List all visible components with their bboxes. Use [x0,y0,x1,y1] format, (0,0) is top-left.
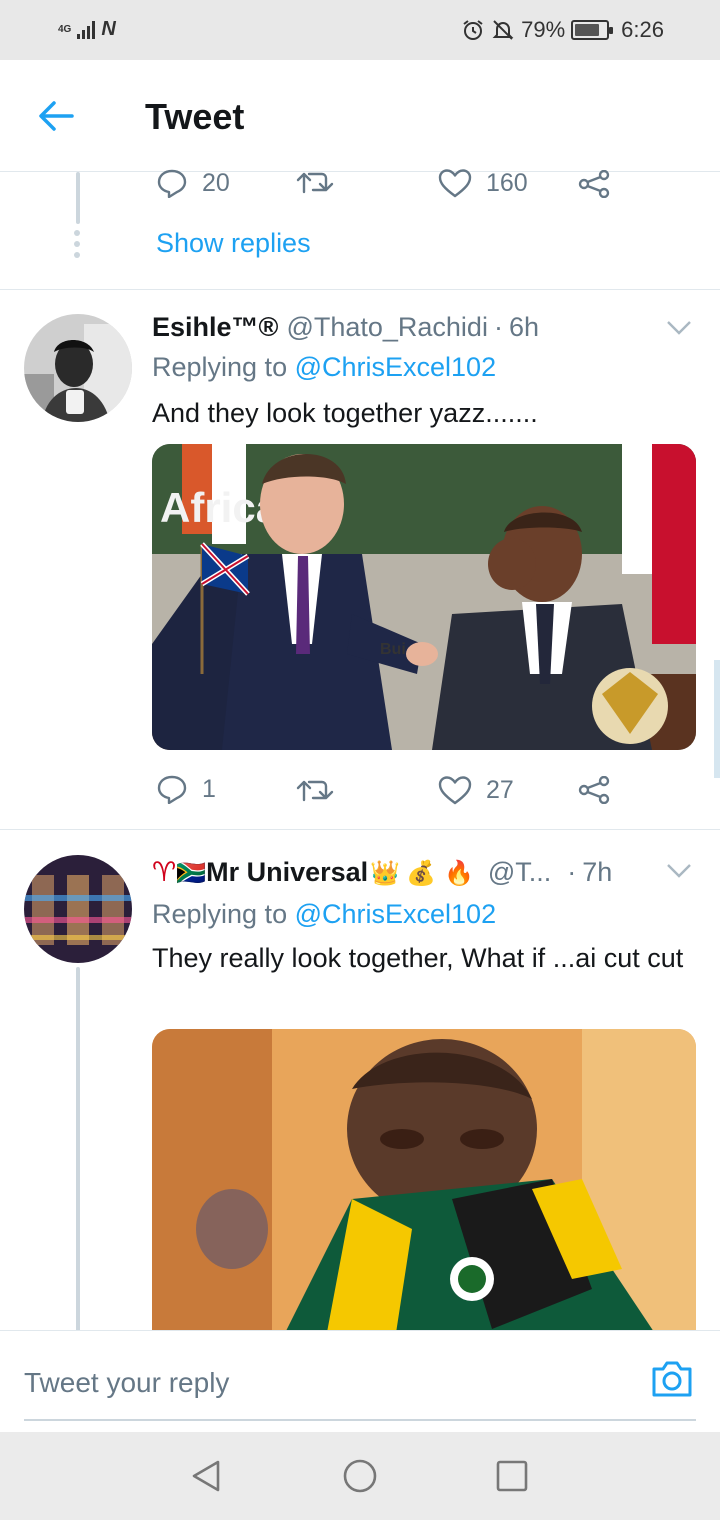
replying-to-link[interactable]: @ChrisExcel102 [295,899,497,929]
thread-line [76,172,80,224]
like-count: 27 [486,775,514,804]
chevron-down-icon[interactable] [666,863,692,879]
reply-count: 1 [202,774,216,803]
reply-button[interactable]: 20 [156,168,230,198]
recents-square-icon[interactable] [494,1458,530,1494]
share-icon [578,776,610,804]
previous-tweet-stub: 20 160 Show replies [0,169,720,290]
tweet-header: ♈🇿🇦Mr Universal👑 💰 🔥 @T... · 7h [152,857,612,888]
heart-icon [438,776,472,805]
tweet[interactable]: ♈🇿🇦Mr Universal👑 💰 🔥 @T... · 7h Replying t… [0,831,720,1330]
reply-icon [157,169,187,198]
separator-dot: · [493,312,503,342]
tweet-image[interactable]: Africa ar Bui [152,444,696,750]
page-title: Tweet [145,96,245,137]
clock: 6:26 [621,17,664,42]
replying-prefix: Replying to [152,352,288,382]
arrow-left-icon[interactable] [36,96,76,136]
status-left: 4G N [58,18,116,41]
replying-to: Replying to @ChrisExcel102 [152,899,496,930]
system-nav-bar [0,1432,720,1520]
status-right: 79% 6:26 [461,17,664,43]
display-name-text: Mr Universal [206,857,369,887]
retweet-icon [296,780,334,802]
battery-icon [571,20,614,40]
separator-dot: · [567,857,577,887]
display-name[interactable]: Esihle™® [152,312,278,343]
like-count: 160 [486,168,528,197]
share-button[interactable] [578,776,612,804]
status-bar: 4G N 79% 6:26 [0,0,720,60]
user-handle[interactable]: @Thato_Rachidi [286,312,488,343]
replying-to-link[interactable]: @ChrisExcel102 [295,352,497,382]
thread-line [76,967,80,1330]
reply-composer: Tweet your reply [0,1330,720,1432]
user-handle[interactable]: @T... [488,857,551,888]
aries-emoji: ♈ [152,857,177,887]
share-icon [578,170,610,198]
reply-input[interactable]: Tweet your reply [24,1355,696,1421]
mute-icon [492,20,514,40]
tweet-image[interactable] [152,1029,696,1330]
heart-icon [438,169,472,198]
replying-to: Replying to @ChrisExcel102 [152,352,496,383]
scrollbar[interactable] [714,660,720,778]
display-name[interactable]: ♈🇿🇦Mr Universal👑 💰 🔥 [152,857,474,888]
share-button[interactable] [578,170,612,198]
tweet[interactable]: Esihle™® @Thato_Rachidi · 6h Replying to… [0,290,720,830]
tweet-text: And they look together yazz....... [152,398,538,428]
top-app-bar: Tweet [0,60,720,172]
retweet-button[interactable] [296,168,334,196]
back-triangle-icon[interactable] [188,1458,224,1494]
show-replies-link[interactable]: Show replies [156,228,311,259]
retweet-button[interactable] [296,776,334,804]
tweet-time: 7h [582,857,613,887]
fire-emoji: 🔥 [443,860,474,887]
reply-button[interactable]: 1 [156,774,216,804]
reply-icon [157,775,187,804]
thread-dots [74,230,80,258]
replying-prefix: Replying to [152,899,288,929]
network-type: 4G [58,24,72,35]
crown-emoji: 👑 [370,860,401,887]
tweet-header: Esihle™® @Thato_Rachidi · 6h [152,312,539,343]
tweet-text: They really look together, What if ...ai… [152,943,684,973]
like-button[interactable]: 160 [438,168,528,198]
tweet-time: 6h [508,312,539,342]
carrier-icon: N [101,18,116,40]
signal-icon [77,20,96,39]
home-circle-icon[interactable] [342,1458,378,1494]
avatar-image [24,314,132,422]
camera-icon[interactable] [650,1359,694,1399]
chevron-down-icon[interactable] [666,320,692,336]
money-bag-emoji: 💰 [406,860,436,887]
alarm-icon [463,20,483,40]
like-button[interactable]: 27 [438,775,514,805]
press-conference-photo: Africa ar Bui [152,444,696,750]
avatar[interactable] [24,855,132,963]
retweet-icon [296,172,334,194]
battery-level [575,24,599,36]
reply-count: 20 [202,168,230,197]
avatar[interactable] [24,314,132,422]
avatar-image [24,855,132,963]
podium-text: Bui [380,641,406,658]
battery-percent: 79% [521,17,566,42]
sa-flag-emoji: 🇿🇦 [176,860,207,887]
crying-man-photo [152,1029,696,1330]
